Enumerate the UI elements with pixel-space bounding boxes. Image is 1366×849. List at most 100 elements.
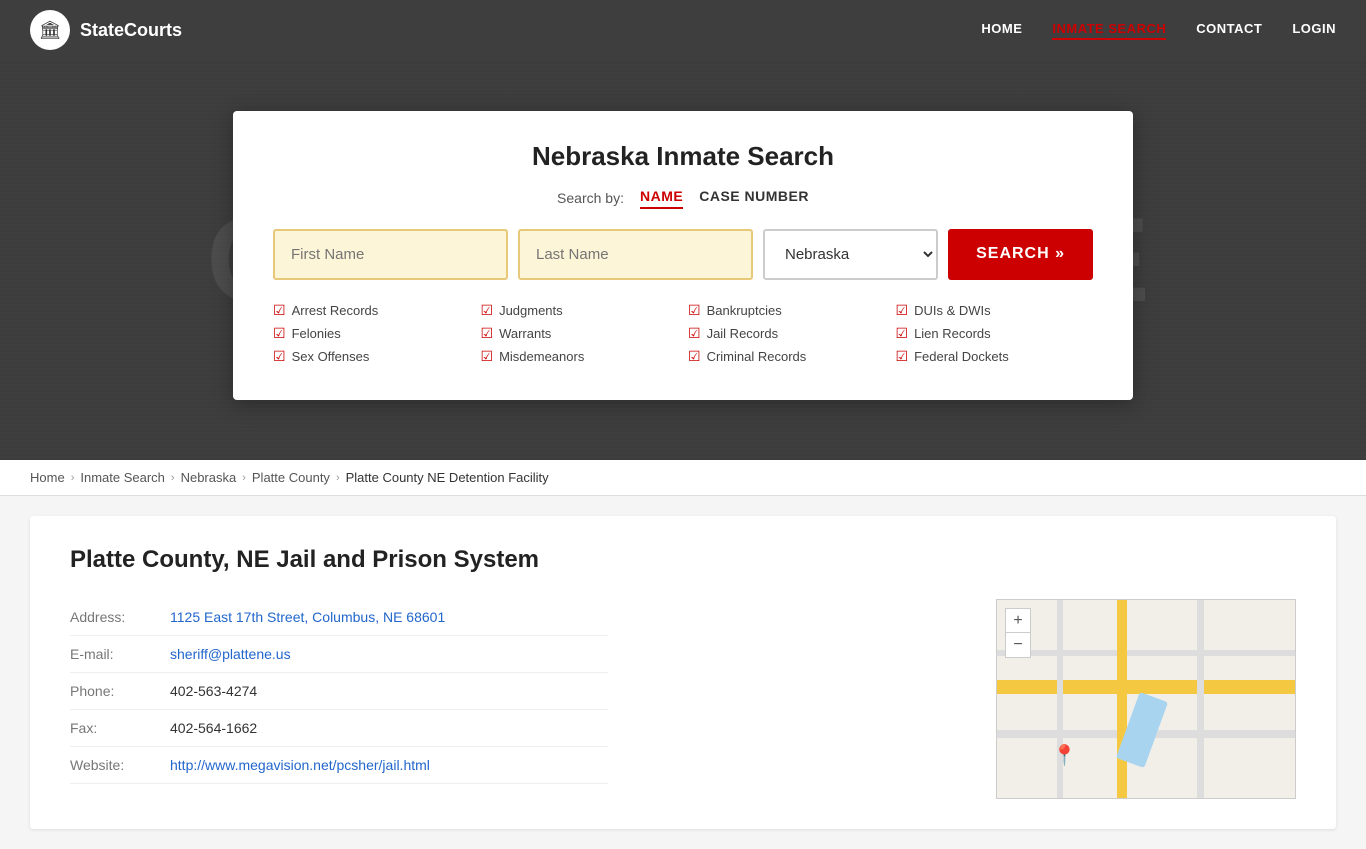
search-modal: Nebraska Inmate Search Search by: NAME C… xyxy=(233,111,1133,400)
tab-case-number[interactable]: CASE NUMBER xyxy=(699,188,809,209)
checkbox-label: Bankruptcies xyxy=(707,303,782,318)
checkbox-label: DUIs & DWIs xyxy=(914,303,991,318)
email-link[interactable]: sheriff@plattene.us xyxy=(170,646,291,662)
breadcrumb-platte-county[interactable]: Platte County xyxy=(252,470,330,485)
facility-title: Platte County, NE Jail and Prison System xyxy=(70,546,1296,574)
map-road-3 xyxy=(997,650,1295,656)
fax-value: 402-564-1662 xyxy=(170,710,608,747)
checkbox-item: ☑ Arrest Records xyxy=(273,302,471,319)
search-tabs-row: Search by: NAME CASE NUMBER xyxy=(273,188,1093,209)
modal-title: Nebraska Inmate Search xyxy=(273,141,1093,172)
checkbox-label: Sex Offenses xyxy=(292,349,370,364)
tab-name[interactable]: NAME xyxy=(640,188,683,209)
breadcrumb-sep-3: › xyxy=(242,472,246,484)
logo-icon: 🏛 xyxy=(30,10,70,50)
checkbox-label: Warrants xyxy=(499,326,551,341)
checkbox-icon: ☑ xyxy=(896,348,909,365)
site-header: 🏛 StateCourts HOME INMATE SEARCH CONTACT… xyxy=(0,0,1366,60)
breadcrumb-sep-2: › xyxy=(171,472,175,484)
checkbox-item: ☑ Sex Offenses xyxy=(273,348,471,365)
checkbox-icon: ☑ xyxy=(688,302,701,319)
map-zoom-controls: + − xyxy=(1005,608,1031,658)
logo-link[interactable]: 🏛 StateCourts xyxy=(30,10,182,50)
logo-text: StateCourts xyxy=(80,20,182,41)
first-name-input[interactable] xyxy=(273,229,508,280)
checkbox-item: ☑ Lien Records xyxy=(896,325,1094,342)
checkbox-label: Jail Records xyxy=(707,326,779,341)
address-value: 1125 East 17th Street, Columbus, NE 6860… xyxy=(170,599,608,636)
checkbox-icon: ☑ xyxy=(481,302,494,319)
checkbox-label: Arrest Records xyxy=(292,303,379,318)
checkbox-icon: ☑ xyxy=(688,348,701,365)
website-value: http://www.megavision.net/pcsher/jail.ht… xyxy=(170,747,608,784)
checkbox-icon: ☑ xyxy=(273,325,286,342)
checkbox-icon: ☑ xyxy=(481,325,494,342)
map-zoom-out[interactable]: − xyxy=(1006,633,1030,657)
checkbox-label: Federal Dockets xyxy=(914,349,1009,364)
checkbox-icon: ☑ xyxy=(273,348,286,365)
address-link[interactable]: 1125 East 17th Street, Columbus, NE 6860… xyxy=(170,609,445,625)
state-select[interactable]: Nebraska Alabama Alaska Arizona Californ… xyxy=(763,229,938,280)
checkbox-item: ☑ Federal Dockets xyxy=(896,348,1094,365)
fax-label: Fax: xyxy=(70,710,170,747)
email-value: sheriff@plattene.us xyxy=(170,636,608,673)
breadcrumb: Home › Inmate Search › Nebraska › Platte… xyxy=(0,460,1366,496)
map-pin: 📍 xyxy=(1052,743,1077,768)
checkbox-icon: ☑ xyxy=(481,348,494,365)
email-label: E-mail: xyxy=(70,636,170,673)
map-container: + − 📍 xyxy=(996,599,1296,799)
breadcrumb-sep-1: › xyxy=(71,472,75,484)
search-by-label: Search by: xyxy=(557,190,624,206)
checkbox-icon: ☑ xyxy=(896,325,909,342)
checkbox-label: Misdemeanors xyxy=(499,349,584,364)
website-link[interactable]: http://www.megavision.net/pcsher/jail.ht… xyxy=(170,757,430,773)
checkbox-label: Criminal Records xyxy=(707,349,807,364)
checkbox-icon: ☑ xyxy=(688,325,701,342)
checkbox-icon: ☑ xyxy=(273,302,286,319)
checkbox-label: Judgments xyxy=(499,303,563,318)
checkbox-item: ☑ Felonies xyxy=(273,325,471,342)
checkbox-item: ☑ Criminal Records xyxy=(688,348,886,365)
address-row: Address: 1125 East 17th Street, Columbus… xyxy=(70,599,608,636)
nav-contact[interactable]: CONTACT xyxy=(1196,21,1262,40)
checkbox-item: ☑ Bankruptcies xyxy=(688,302,886,319)
map-road-5 xyxy=(1197,600,1204,798)
website-label: Website: xyxy=(70,747,170,784)
email-row: E-mail: sheriff@plattene.us xyxy=(70,636,608,673)
fax-row: Fax: 402-564-1662 xyxy=(70,710,608,747)
detail-row: Address: 1125 East 17th Street, Columbus… xyxy=(70,599,1296,799)
last-name-input[interactable] xyxy=(518,229,753,280)
checkbox-item: ☑ Warrants xyxy=(481,325,679,342)
map-road-6 xyxy=(1057,600,1063,798)
main-nav: HOME INMATE SEARCH CONTACT LOGIN xyxy=(981,21,1336,40)
checkbox-icon: ☑ xyxy=(896,302,909,319)
phone-row: Phone: 402-563-4274 xyxy=(70,673,608,710)
map-road-4 xyxy=(1117,600,1127,798)
website-row: Website: http://www.megavision.net/pcshe… xyxy=(70,747,608,784)
checkbox-item: ☑ Jail Records xyxy=(688,325,886,342)
map-zoom-in[interactable]: + xyxy=(1006,609,1030,633)
address-label: Address: xyxy=(70,599,170,636)
checkbox-label: Lien Records xyxy=(914,326,991,341)
nav-home[interactable]: HOME xyxy=(981,21,1022,40)
breadcrumb-sep-4: › xyxy=(336,472,340,484)
checkbox-item: ☑ Misdemeanors xyxy=(481,348,679,365)
checkbox-label: Felonies xyxy=(292,326,341,341)
breadcrumb-current: Platte County NE Detention Facility xyxy=(346,470,549,485)
checkbox-item: ☑ DUIs & DWIs xyxy=(896,302,1094,319)
search-button[interactable]: SEARCH » xyxy=(948,229,1093,280)
hero-background: Nebraska Inmate Search Search by: NAME C… xyxy=(0,60,1366,460)
checkboxes-grid: ☑ Arrest Records ☑ Judgments ☑ Bankruptcies ☑ D… xyxy=(273,302,1093,365)
checkbox-item: ☑ Judgments xyxy=(481,302,679,319)
nav-inmate-search[interactable]: INMATE SEARCH xyxy=(1052,21,1166,40)
breadcrumb-inmate-search[interactable]: Inmate Search xyxy=(80,470,165,485)
nav-login[interactable]: LOGIN xyxy=(1292,21,1336,40)
map-road-1 xyxy=(997,680,1295,694)
breadcrumb-nebraska[interactable]: Nebraska xyxy=(181,470,237,485)
phone-label: Phone: xyxy=(70,673,170,710)
breadcrumb-home[interactable]: Home xyxy=(30,470,65,485)
map-visual: 📍 xyxy=(997,600,1295,798)
facility-card: Platte County, NE Jail and Prison System… xyxy=(30,516,1336,829)
info-table: Address: 1125 East 17th Street, Columbus… xyxy=(70,599,608,784)
main-content: Platte County, NE Jail and Prison System… xyxy=(0,496,1366,849)
